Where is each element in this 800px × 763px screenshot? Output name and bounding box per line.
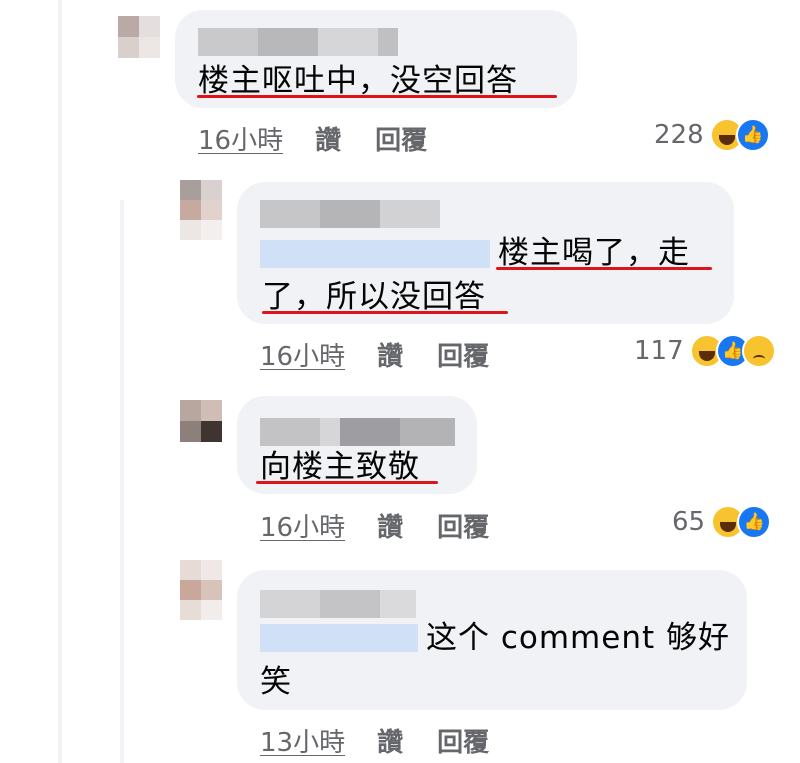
reaction-summary[interactable]: 117 👍: [634, 334, 776, 368]
reaction-count: 65: [672, 507, 706, 537]
commenter-name-blurred[interactable]: [260, 418, 455, 446]
red-underline: [496, 267, 712, 270]
timestamp-link[interactable]: 13小時: [260, 722, 345, 759]
avatar[interactable]: [180, 560, 222, 620]
reaction-summary[interactable]: 65 👍: [672, 505, 772, 539]
avatar[interactable]: [118, 16, 160, 58]
like-button[interactable]: 讚: [377, 507, 403, 544]
reaction-count: 228: [654, 120, 704, 150]
thread-line: [120, 200, 124, 763]
avatar[interactable]: [180, 400, 222, 442]
comment-text-line2: 笑: [260, 664, 292, 700]
comment-meta: 16小時 讚 回覆: [260, 336, 489, 373]
red-underline: [256, 481, 438, 484]
timestamp-link[interactable]: 16小時: [260, 336, 345, 373]
like-button[interactable]: 讚: [377, 336, 403, 373]
like-icon: 👍: [737, 505, 772, 539]
commenter-name-blurred[interactable]: [260, 590, 416, 618]
like-button[interactable]: 讚: [377, 722, 403, 759]
commenter-name-blurred[interactable]: [260, 200, 440, 228]
timestamp-link[interactable]: 16小時: [198, 120, 283, 157]
like-icon: 👍: [735, 118, 770, 152]
red-underline: [197, 95, 557, 98]
sad-icon: [741, 334, 776, 368]
commenter-name-blurred[interactable]: [198, 28, 398, 56]
red-underline: [262, 311, 508, 314]
reply-button[interactable]: 回覆: [437, 507, 489, 544]
avatar[interactable]: [180, 180, 222, 240]
thread-line: [58, 0, 62, 763]
reaction-summary[interactable]: 228 👍: [654, 118, 770, 152]
comment-meta: 16小時 讚 回覆: [198, 120, 427, 157]
comment-meta: 13小時 讚 回覆: [260, 722, 489, 759]
like-button[interactable]: 讚: [315, 120, 341, 157]
mention-tag-blurred[interactable]: [260, 240, 490, 268]
mention-tag-blurred[interactable]: [260, 624, 418, 652]
reaction-count: 117: [634, 336, 684, 366]
reply-button[interactable]: 回覆: [437, 336, 489, 373]
comment-meta: 16小時 讚 回覆: [260, 507, 489, 544]
reply-button[interactable]: 回覆: [375, 120, 427, 157]
reply-button[interactable]: 回覆: [437, 722, 489, 759]
timestamp-link[interactable]: 16小時: [260, 507, 345, 544]
comment-text-line1: 这个 comment 够好: [426, 620, 730, 656]
